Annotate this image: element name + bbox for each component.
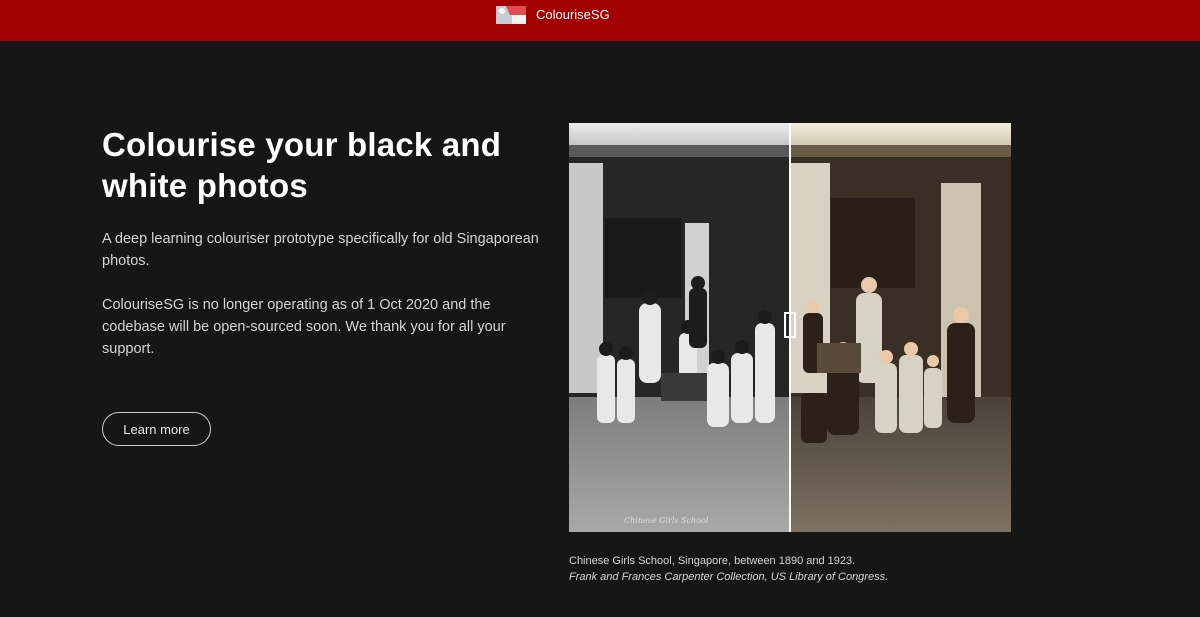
brand-link[interactable]: ColouriseSG xyxy=(496,6,610,24)
brand-name: ColouriseSG xyxy=(536,7,610,22)
hero-description: A deep learning colouriser prototype spe… xyxy=(102,231,539,269)
top-navigation-bar: ColouriseSG xyxy=(0,0,1200,41)
service-notice: ColouriseSG is no longer operating as of… xyxy=(102,297,506,357)
comparison-divider[interactable] xyxy=(789,123,791,532)
photo-inscription: Chinese Girls School xyxy=(624,516,709,525)
photo-caption: Chinese Girls School, Singapore, between… xyxy=(569,553,888,585)
hero-title: Colourise your black and white photos xyxy=(102,126,502,204)
before-after-comparison[interactable]: Chinese Girls School xyxy=(569,123,1011,532)
learn-more-button[interactable]: Learn more xyxy=(102,412,211,446)
colourised-half xyxy=(790,123,1011,532)
caption-credit: Frank and Frances Carpenter Collection, … xyxy=(569,571,889,583)
black-and-white-half: Chinese Girls School xyxy=(569,123,790,532)
caption-title: Chinese Girls School, Singapore, between… xyxy=(569,555,856,567)
singapore-flag-icon xyxy=(496,6,526,24)
